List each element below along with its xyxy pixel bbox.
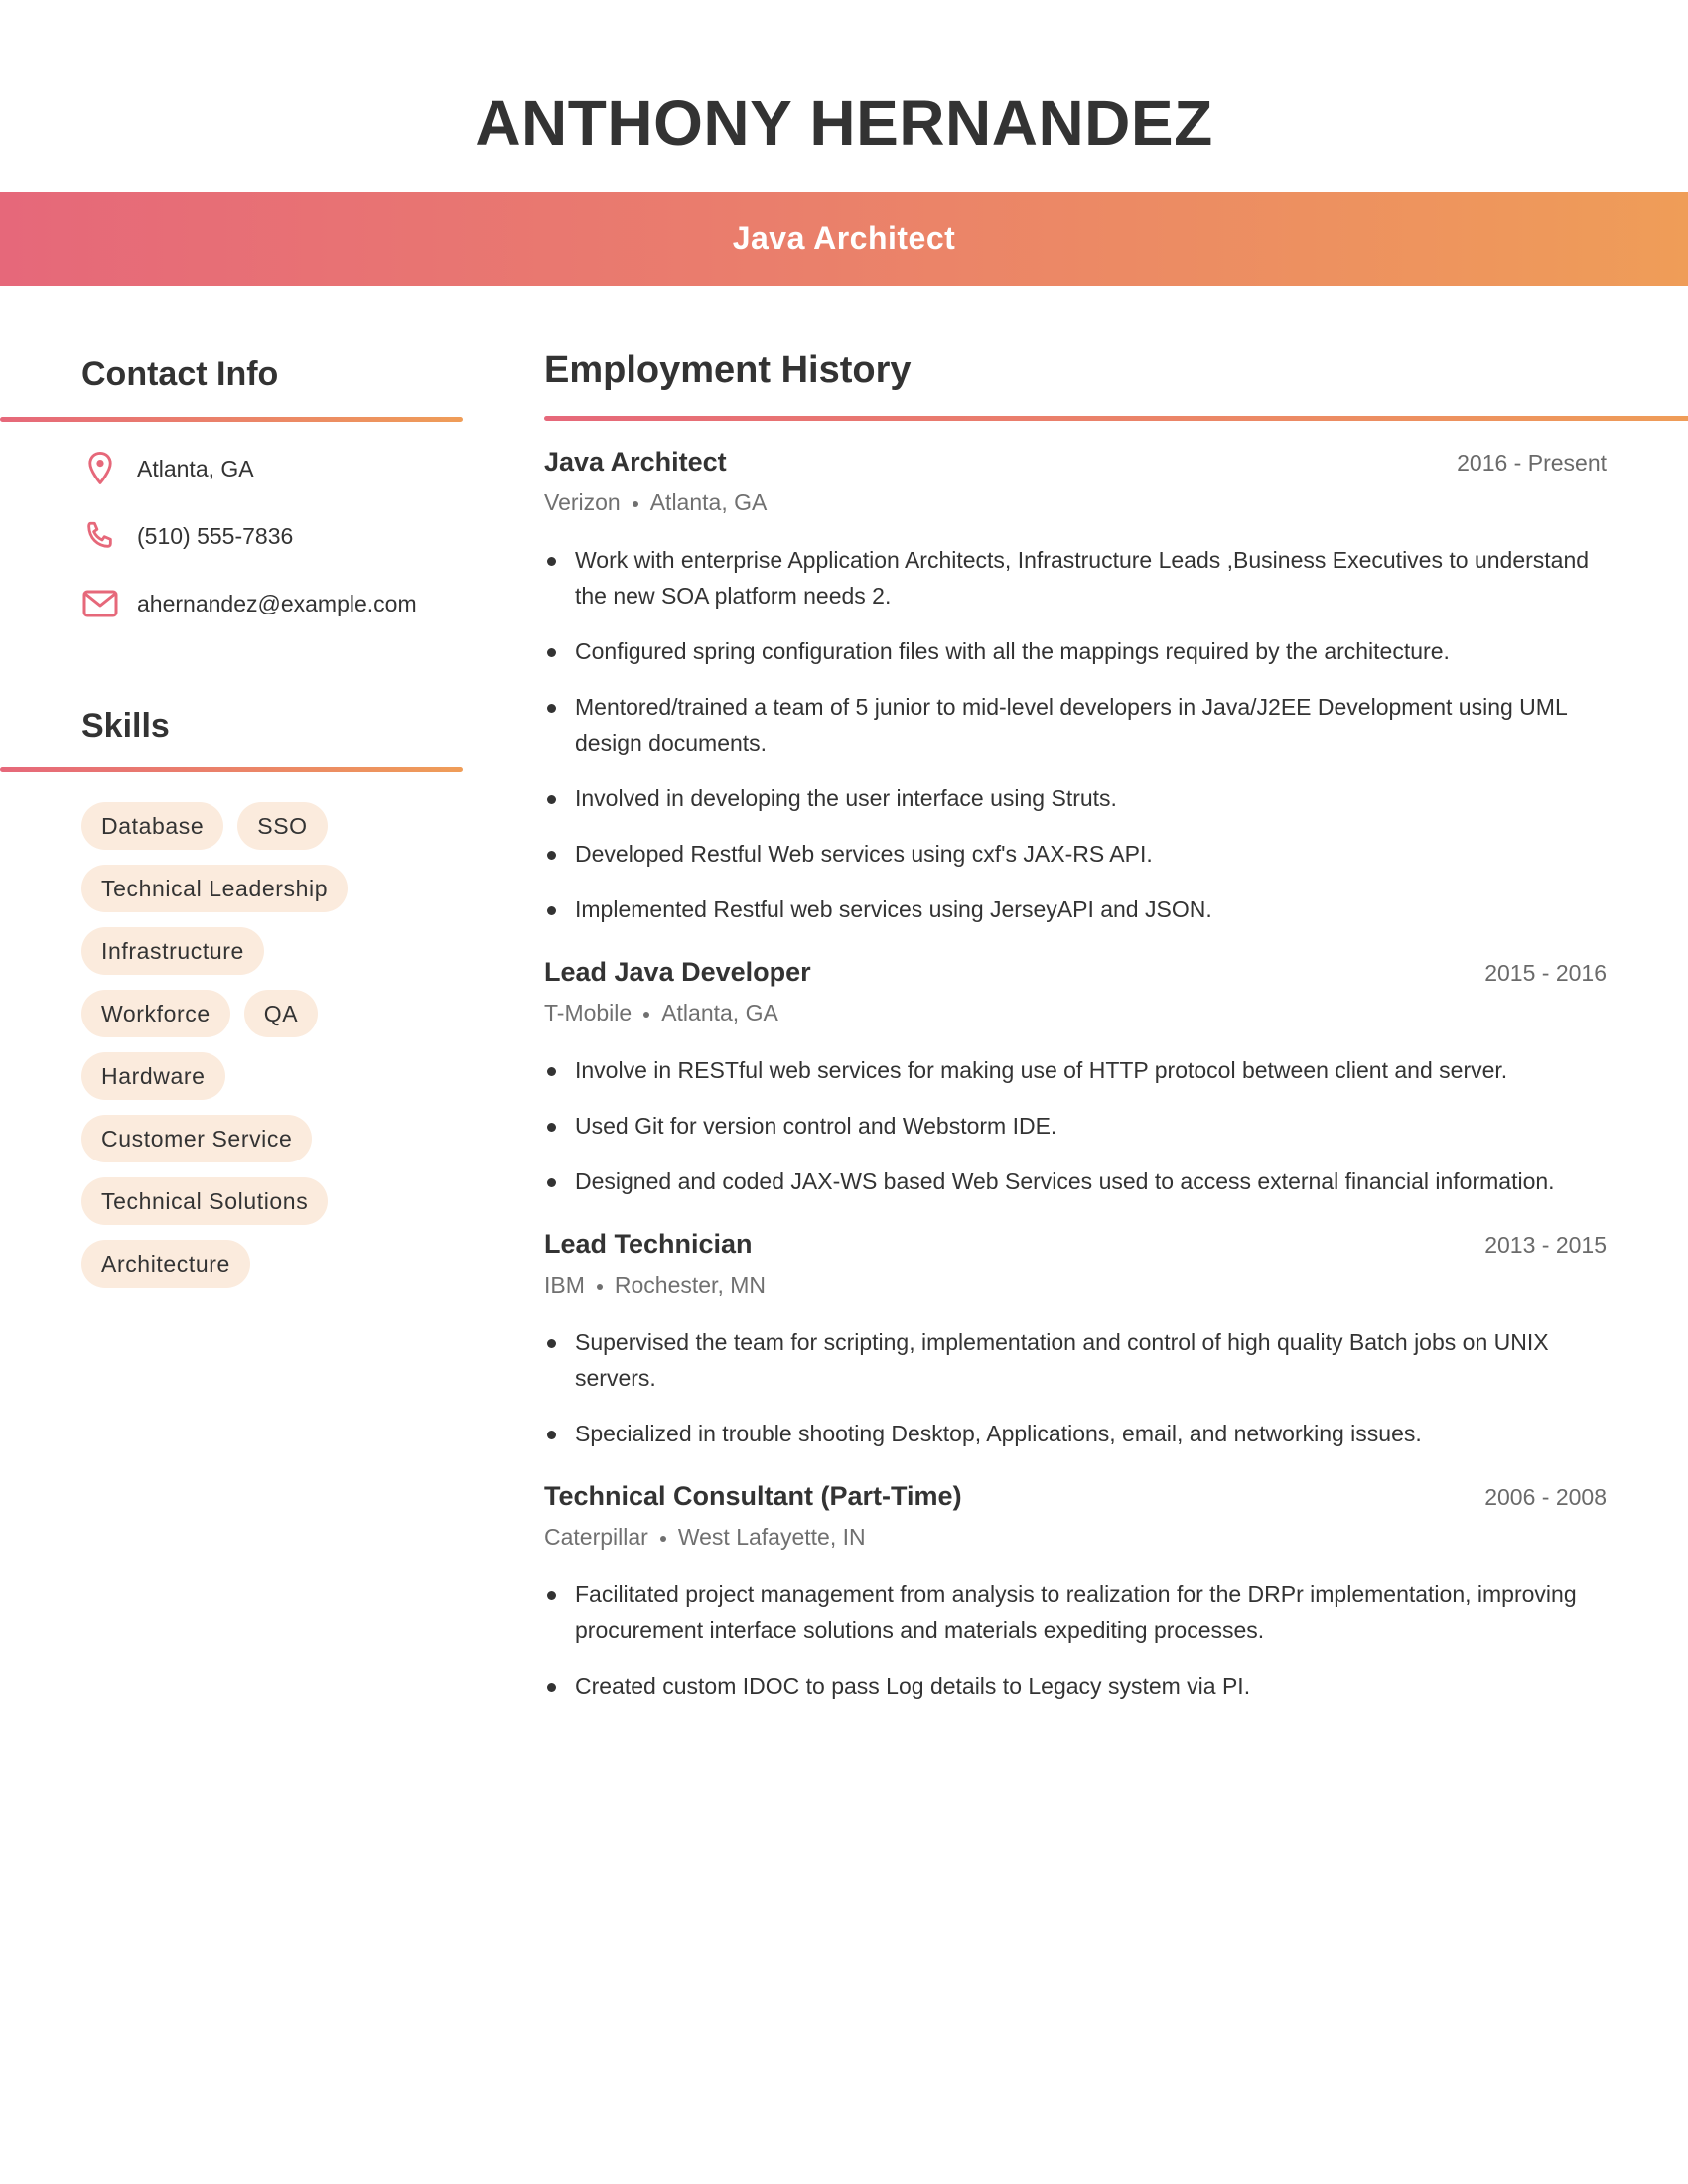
job-title: Lead Java Developer [544,957,811,987]
separator-dot [659,1535,666,1542]
separator-dot [596,1283,603,1290]
contact-location-text: Atlanta, GA [137,455,254,481]
skill-pill: Infrastructure [81,927,264,975]
skills-row: Technical Leadership [81,865,479,912]
job-location: Rochester, MN [614,1272,766,1297]
job-company-location: Caterpillar West Lafayette, IN [544,1519,1607,1555]
bullet-item: Created custom IDOC to pass Log details … [544,1668,1607,1704]
skills-row: Workforce QA [81,990,479,1037]
skill-pill: Technical Leadership [81,865,349,912]
separator-dot [643,1011,650,1018]
bullet-item: Involved in developing the user interfac… [544,780,1607,816]
job-location: West Lafayette, IN [677,1524,866,1550]
bullet-item: Used Git for version control and Webstor… [544,1108,1607,1144]
contact-email: ahernandez@example.com [81,584,417,623]
contact-phone-text[interactable]: (510) 555-7836 [137,523,293,550]
bullet-item: Work with enterprise Application Archite… [544,542,1607,614]
skills-row: Database SSO [81,802,479,850]
job-entry: Lead Technician 2013 - 2015 IBM Rochester… [544,1229,1607,1451]
skills-row: Customer Service [81,1115,479,1162]
title-banner: Java Architect [0,192,1688,286]
contact-phone: (510) 555-7836 [81,516,293,556]
job-entry: Lead Java Developer 2015 - 2016 T-Mobile… [544,957,1607,1199]
job-company-location: IBM Rochester, MN [544,1267,1607,1302]
job-company: IBM [544,1272,585,1297]
job-title: Technical Consultant (Part-Time) [544,1481,962,1511]
bullet-item: Supervised the team for scripting, imple… [544,1324,1607,1396]
skills-row: Architecture [81,1240,479,1288]
job-bullets: Supervised the team for scripting, imple… [544,1324,1607,1451]
skills-row: Hardware [81,1052,479,1100]
job-company: Verizon [544,489,621,515]
job-company: Caterpillar [544,1524,648,1550]
bullet-item: Configured spring configuration files wi… [544,633,1607,669]
contact-divider [0,417,463,422]
contact-location: Atlanta, GA [81,449,254,488]
skill-pill: QA [243,990,319,1037]
skill-pill: SSO [237,802,328,850]
bullet-item: Implemented Restful web services using J… [544,891,1607,927]
bullet-item: Facilitated project management from anal… [544,1576,1607,1648]
skills-row: Infrastructure [81,927,479,975]
job-entry: Java Architect 2016 - Present Verizon Atl… [544,447,1607,927]
bullet-item: Involve in RESTful web services for maki… [544,1052,1607,1088]
job-dates: 2015 - 2016 [1484,960,1607,986]
skills-divider [0,767,463,772]
job-location: Atlanta, GA [649,489,768,515]
job-bullets: Involve in RESTful web services for maki… [544,1052,1607,1199]
contact-heading: Contact Info [81,355,279,393]
separator-dot [632,500,638,507]
bullet-item: Mentored/trained a team of 5 junior to m… [544,689,1607,760]
skill-pill: Architecture [81,1240,250,1288]
job-bullets: Facilitated project management from anal… [544,1576,1607,1704]
bullet-item: Developed Restful Web services using cxf… [544,836,1607,872]
bullet-item: Specialized in trouble shooting Desktop,… [544,1416,1607,1451]
skill-pill: Database [81,802,224,850]
job-location: Atlanta, GA [661,1000,778,1025]
skills-row: Technical Solutions [81,1177,479,1225]
job-company-location: T-Mobile Atlanta, GA [544,995,1607,1030]
skill-pill: Technical Solutions [81,1177,329,1225]
employment-heading: Employment History [544,349,912,391]
job-entry: Technical Consultant (Part-Time) 2006 - … [544,1481,1607,1704]
skill-pill: Hardware [81,1052,225,1100]
job-company-location: Verizon Atlanta, GA [544,484,1607,520]
employment-list: Java Architect 2016 - Present Verizon Atl… [544,447,1607,1733]
job-company: T-Mobile [544,1000,633,1025]
job-dates: 2013 - 2015 [1484,1232,1607,1258]
phone-icon [81,517,119,555]
job-dates: 2016 - Present [1457,450,1607,476]
employment-divider [544,416,1688,421]
skill-pill: Workforce [81,990,230,1037]
skills-heading: Skills [81,707,170,745]
job-dates: 2006 - 2008 [1484,1484,1607,1510]
job-title: Lead Technician [544,1229,753,1259]
job-title: Java Architect [544,447,727,477]
map-pin-icon [81,450,119,487]
mail-icon [81,585,119,622]
job-bullets: Work with enterprise Application Archite… [544,542,1607,927]
skills-list: Database SSO Technical Leadership Infras… [81,802,479,1302]
skill-pill: Customer Service [81,1115,313,1162]
contact-email-text[interactable]: ahernandez@example.com [137,591,417,617]
job-title-headline: Java Architect [732,220,956,256]
bullet-item: Designed and coded JAX-WS based Web Serv… [544,1163,1607,1199]
candidate-name: ANTHONY HERNANDEZ [475,87,1213,159]
